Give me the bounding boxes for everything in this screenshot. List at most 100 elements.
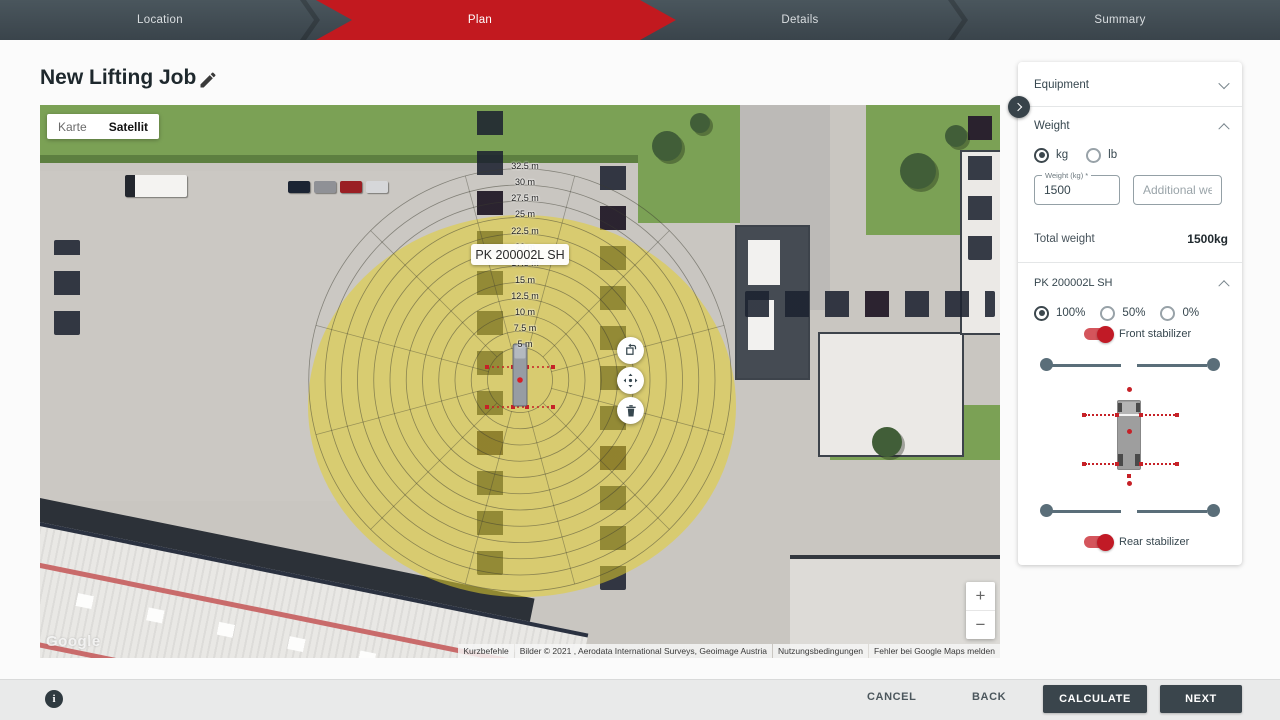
move-crane-button[interactable] [617, 367, 644, 394]
ring-label: 25 m [515, 209, 535, 219]
edit-title-button[interactable] [198, 70, 218, 90]
front-stabilizer-row: Front stabilizer [1084, 325, 1228, 343]
cancel-button[interactable]: CANCEL [867, 691, 916, 703]
diagram-axle [1117, 414, 1141, 416]
divider [1018, 262, 1242, 263]
ring-label: 27.5 m [511, 193, 539, 203]
delete-crane-button[interactable] [617, 397, 644, 424]
industrial-roof [40, 518, 588, 658]
step-location[interactable]: Location [50, 0, 270, 40]
report-error-link[interactable]: Fehler bei Google Maps melden [869, 644, 1000, 658]
back-button[interactable]: BACK [972, 691, 1006, 703]
ring-label: 15 m [515, 275, 535, 285]
additional-weight-input[interactable] [1134, 176, 1221, 204]
diagram-point [1127, 387, 1132, 392]
weight-section-header[interactable]: Weight [1034, 115, 1228, 137]
total-weight-value: 1500kg [1187, 232, 1228, 246]
tree [690, 113, 710, 133]
keyboard-shortcuts-link[interactable]: Kurzbefehle [458, 644, 513, 658]
tree [900, 153, 936, 189]
chevron-up-icon [1218, 280, 1229, 291]
crane-center-point [517, 377, 523, 383]
step-details[interactable]: Details [690, 0, 910, 40]
rear-stabilizer-row: Rear stabilizer [1084, 533, 1228, 551]
unit-kg-label: kg [1056, 149, 1068, 161]
zoom-in-button[interactable]: + [966, 582, 995, 611]
beam-endpoint [1115, 413, 1119, 417]
slider-track [1051, 364, 1121, 367]
crane-model-label: PK 200002L SH [1034, 277, 1112, 289]
rear-right-beam [1141, 463, 1175, 465]
beam-endpoint[interactable] [1082, 413, 1086, 417]
stabilizer-50-radio[interactable] [1100, 306, 1115, 321]
stabilizer-100-radio[interactable] [1034, 306, 1049, 321]
tree [872, 427, 902, 457]
weight-input-wrap: Weight (kg) * [1034, 175, 1120, 205]
diagram-center-point [1127, 429, 1132, 434]
stabilizer-0-radio[interactable] [1160, 306, 1175, 321]
terms-link[interactable]: Nutzungsbedingungen [773, 644, 868, 658]
step-separator [300, 0, 320, 40]
info-button[interactable]: i [45, 690, 63, 708]
zoom-out-button[interactable]: − [966, 611, 995, 639]
ring-label: 5 m [517, 339, 532, 349]
parked-cars-column [477, 105, 503, 575]
front-stabilizer-toggle[interactable] [1084, 328, 1111, 340]
front-stabilizer-slider [1018, 358, 1242, 372]
slider-handle-right[interactable] [1207, 504, 1220, 517]
unit-lb-label: lb [1108, 149, 1117, 161]
rear-stabilizer-toggle[interactable] [1084, 536, 1111, 548]
beam-endpoint[interactable] [1082, 462, 1086, 466]
unit-lb-radio[interactable] [1086, 148, 1101, 163]
divider [1018, 106, 1242, 107]
car [288, 181, 310, 193]
beam-endpoint[interactable] [1175, 462, 1179, 466]
plan-settings-panel: Equipment Weight kg lb Weight (kg) * Tot… [1018, 62, 1242, 565]
crane-map-label[interactable]: PK 200002L SH [471, 244, 569, 265]
map-canvas[interactable]: 5 m 7.5 m 10 m 12.5 m 15 m 17.5 m 20 m 2… [40, 105, 1000, 658]
map-type-karte[interactable]: Karte [47, 114, 98, 139]
slider-handle-right[interactable] [1207, 358, 1220, 371]
ring-label: 30 m [515, 177, 535, 187]
crane-section-header[interactable]: PK 200002L SH [1034, 272, 1228, 294]
rotate-icon [623, 343, 638, 358]
slider-handle-left[interactable] [1040, 358, 1053, 371]
imagery-credit: Bilder © 2021 , Aerodata International S… [515, 644, 772, 658]
equipment-section-header[interactable]: Equipment [1034, 74, 1228, 96]
rear-left-beam [1085, 463, 1117, 465]
info-icon: i [52, 693, 55, 705]
additional-weight-input-wrap [1133, 175, 1222, 205]
weight-input[interactable] [1035, 176, 1119, 204]
parked-cars-column [968, 110, 992, 260]
ring-label: 12.5 m [511, 291, 539, 301]
wizard-stepper: Location Plan Details Summary [0, 0, 1280, 40]
map-attribution: Kurzbefehle Bilder © 2021 , Aerodata Int… [458, 644, 1000, 658]
calculate-button[interactable]: CALCULATE [1043, 685, 1147, 713]
equipment-label: Equipment [1034, 79, 1089, 91]
front-left-beam [1085, 414, 1117, 416]
rotate-crane-button[interactable] [617, 337, 644, 364]
unit-kg-radio[interactable] [1034, 148, 1049, 163]
step-plan[interactable]: Plan [370, 0, 590, 40]
ring-label: 32.5 m [511, 161, 539, 171]
rear-stabilizer-label: Rear stabilizer [1119, 536, 1189, 548]
slider-track [1137, 364, 1207, 367]
slider-track [1137, 510, 1207, 513]
parked-cars-column [54, 240, 80, 335]
beam-endpoint[interactable] [1175, 413, 1179, 417]
map-type-satellit[interactable]: Satellit [98, 114, 159, 139]
rear-stabilizer-slider [1018, 504, 1242, 518]
beam-endpoint [1139, 413, 1143, 417]
ring-label: 10 m [515, 307, 535, 317]
move-icon [623, 373, 638, 388]
tree [652, 131, 682, 161]
parked-cars-row [745, 291, 995, 317]
next-button[interactable]: NEXT [1160, 685, 1242, 713]
beam-endpoint [1139, 462, 1143, 466]
weight-label: Weight [1034, 120, 1070, 132]
collapse-panel-button[interactable] [1008, 96, 1030, 118]
google-watermark: Google [46, 633, 101, 650]
diagram-wheel [1118, 403, 1122, 412]
slider-handle-left[interactable] [1040, 504, 1053, 517]
step-summary[interactable]: Summary [1010, 0, 1230, 40]
